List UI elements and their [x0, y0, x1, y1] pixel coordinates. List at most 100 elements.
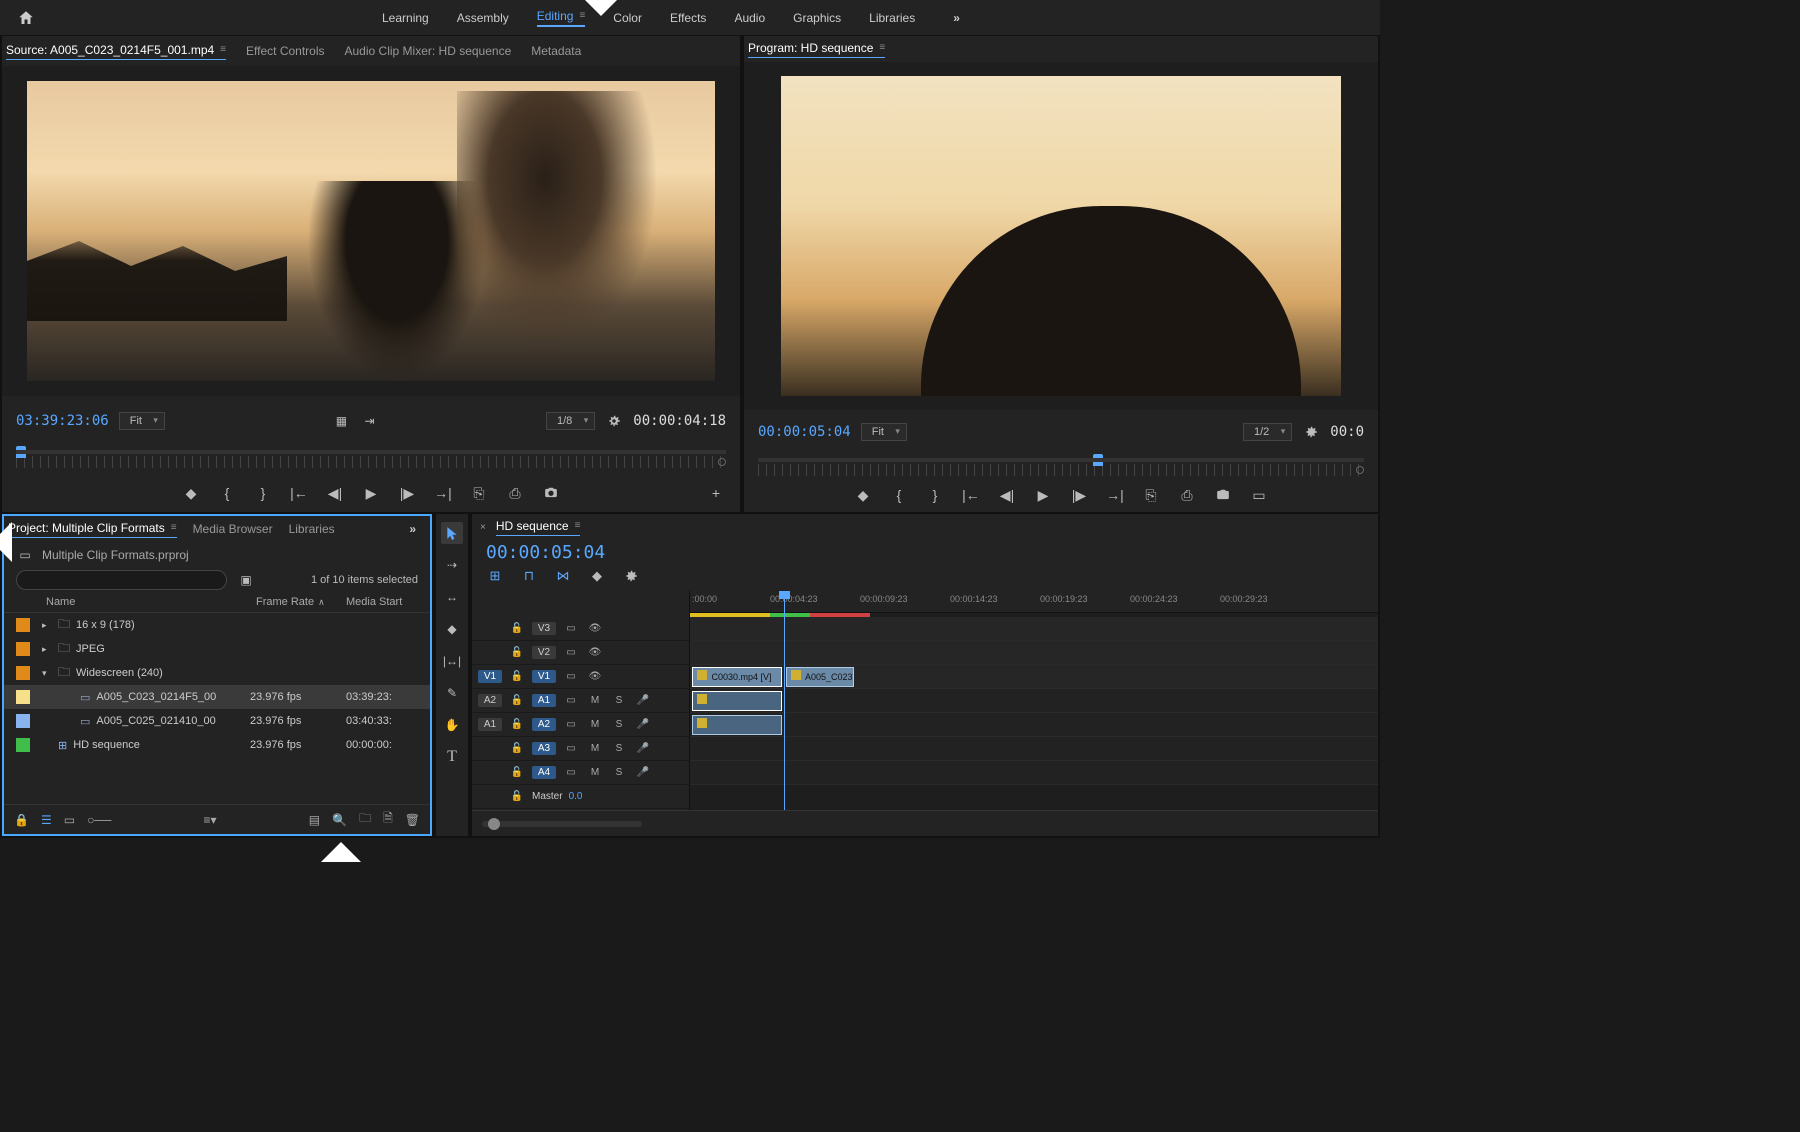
track-select-tool[interactable]: ⇢: [441, 554, 463, 576]
button-editor[interactable]: +: [706, 483, 726, 503]
source-tab[interactable]: Source: A005_C023_0214F5_001.mp4 ≡: [6, 43, 226, 60]
project-search-input[interactable]: [16, 570, 227, 590]
linked-selection-toggle[interactable]: ⋈: [554, 567, 572, 585]
source-patch-a2[interactable]: A2: [478, 694, 502, 707]
scrub-out-icon[interactable]: [718, 458, 726, 466]
panel-menu-icon[interactable]: ≡: [575, 520, 581, 531]
toggle-output-icon[interactable]: 👁: [586, 623, 604, 634]
create-search-bin-icon[interactable]: ▣: [237, 571, 255, 589]
play-button[interactable]: ▶: [361, 483, 381, 503]
automate-button[interactable]: ▤: [309, 813, 320, 827]
mute-icon[interactable]: M: [586, 767, 604, 778]
track-label-a2[interactable]: A2: [532, 718, 556, 731]
list-view-button[interactable]: ☰: [41, 813, 52, 827]
effect-controls-tab[interactable]: Effect Controls: [246, 44, 324, 58]
label-color-swatch[interactable]: [16, 666, 30, 680]
ripple-edit-tool[interactable]: ↔: [441, 586, 463, 608]
track-label-v3[interactable]: V3: [532, 622, 556, 635]
freeform-view-button[interactable]: ○──: [87, 813, 111, 827]
workspace-effects[interactable]: Effects: [670, 11, 706, 25]
timeline-ruler[interactable]: :00:00 00:00:04:23 00:00:09:23 00:00:14:…: [690, 591, 1378, 613]
toggle-output-icon[interactable]: 👁: [586, 647, 604, 658]
new-bin-button[interactable]: 🗀: [359, 809, 371, 830]
project-row[interactable]: ▾🗀 Widescreen (240): [4, 661, 430, 685]
source-resolution-dropdown[interactable]: 1/8: [546, 412, 595, 430]
project-row[interactable]: ▸🗀 16 x 9 (178): [4, 613, 430, 637]
drag-video-icon[interactable]: ⇥: [360, 412, 378, 430]
track-a4[interactable]: [690, 761, 1378, 785]
voiceover-icon[interactable]: 🎤: [634, 695, 652, 706]
step-forward-button[interactable]: |▶: [397, 483, 417, 503]
libraries-tab[interactable]: Libraries: [289, 522, 335, 536]
clip-v1-2[interactable]: A005_C023: [786, 667, 854, 687]
play-button[interactable]: ▶: [1033, 485, 1053, 505]
pen-tool[interactable]: ✎: [441, 682, 463, 704]
go-to-in-button[interactable]: |←: [289, 483, 309, 503]
metadata-tab[interactable]: Metadata: [531, 44, 581, 58]
workspace-assembly[interactable]: Assembly: [457, 11, 509, 25]
voiceover-icon[interactable]: 🎤: [634, 719, 652, 730]
voiceover-icon[interactable]: 🎤: [634, 743, 652, 754]
project-row[interactable]: ▭ A005_C025_021410_00 23.976 fps 03:40:3…: [4, 709, 430, 733]
hand-tool[interactable]: ✋: [441, 714, 463, 736]
solo-icon[interactable]: S: [610, 719, 628, 730]
selection-tool[interactable]: [441, 522, 463, 544]
mute-icon[interactable]: M: [586, 743, 604, 754]
label-color-swatch[interactable]: [16, 642, 30, 656]
solo-icon[interactable]: S: [610, 767, 628, 778]
voiceover-icon[interactable]: 🎤: [634, 767, 652, 778]
target-track-icon[interactable]: ▭: [562, 719, 580, 730]
settings-icon[interactable]: [1302, 423, 1320, 441]
go-to-out-button[interactable]: →|: [433, 483, 453, 503]
track-a3[interactable]: [690, 737, 1378, 761]
column-media-start[interactable]: Media Start: [346, 596, 418, 608]
timeline-close-tab[interactable]: ×: [480, 522, 486, 533]
workspace-audio[interactable]: Audio: [734, 11, 765, 25]
step-back-button[interactable]: ◀|: [997, 485, 1017, 505]
icon-view-button[interactable]: ▭: [64, 813, 75, 827]
find-button[interactable]: 🔍: [332, 813, 347, 827]
lock-icon[interactable]: 🔒: [14, 813, 29, 827]
export-frame-button[interactable]: [541, 483, 561, 503]
expand-icon[interactable]: ▸: [42, 644, 52, 655]
overwrite-button[interactable]: ⎙: [505, 483, 525, 503]
slip-tool[interactable]: |↔|: [441, 650, 463, 672]
column-name[interactable]: Name: [46, 596, 256, 608]
new-item-button[interactable]: 🗎: [383, 809, 393, 830]
source-patch-v1[interactable]: V1: [478, 670, 502, 683]
mark-in-button[interactable]: {: [889, 485, 909, 505]
target-track-icon[interactable]: ▭: [562, 647, 580, 658]
timeline-timecode[interactable]: 00:00:05:04: [486, 542, 605, 563]
track-label-a4[interactable]: A4: [532, 766, 556, 779]
workspace-overflow[interactable]: »: [943, 11, 970, 25]
extract-button[interactable]: ⎙: [1177, 485, 1197, 505]
timeline-zoom-slider[interactable]: [482, 821, 642, 827]
step-back-button[interactable]: ◀|: [325, 483, 345, 503]
track-a1[interactable]: [690, 689, 1378, 713]
column-frame-rate[interactable]: Frame Rate ∧: [256, 596, 346, 608]
timeline-playhead[interactable]: [784, 591, 785, 810]
clear-button[interactable]: 🗑: [405, 813, 420, 827]
solo-icon[interactable]: S: [610, 695, 628, 706]
lock-track-icon[interactable]: 🔓: [508, 695, 526, 706]
lock-track-icon[interactable]: 🔓: [508, 671, 526, 682]
solo-icon[interactable]: S: [610, 743, 628, 754]
target-track-icon[interactable]: ▭: [562, 671, 580, 682]
timeline-tracks[interactable]: :00:00 00:00:04:23 00:00:09:23 00:00:14:…: [690, 591, 1378, 810]
clip-v1-1[interactable]: C0030.mp4 [V]: [692, 667, 782, 687]
add-marker-button[interactable]: ◆: [853, 485, 873, 505]
toggle-output-icon[interactable]: 👁: [586, 671, 604, 682]
workspace-learning[interactable]: Learning: [382, 11, 429, 25]
track-label-a3[interactable]: A3: [532, 742, 556, 755]
mark-out-button[interactable]: }: [253, 483, 273, 503]
comparison-view-button[interactable]: ▭: [1249, 485, 1269, 505]
track-v1[interactable]: C0030.mp4 [V] A005_C023: [690, 665, 1378, 689]
target-track-icon[interactable]: ▭: [562, 767, 580, 778]
go-to-out-button[interactable]: →|: [1105, 485, 1125, 505]
sequence-tab[interactable]: HD sequence ≡: [496, 519, 581, 536]
program-monitor[interactable]: [744, 62, 1378, 410]
snap-toggle[interactable]: ⊓: [520, 567, 538, 585]
master-level[interactable]: 0.0: [569, 791, 583, 802]
workspace-libraries[interactable]: Libraries: [869, 11, 915, 25]
clip-a2[interactable]: [692, 715, 782, 735]
